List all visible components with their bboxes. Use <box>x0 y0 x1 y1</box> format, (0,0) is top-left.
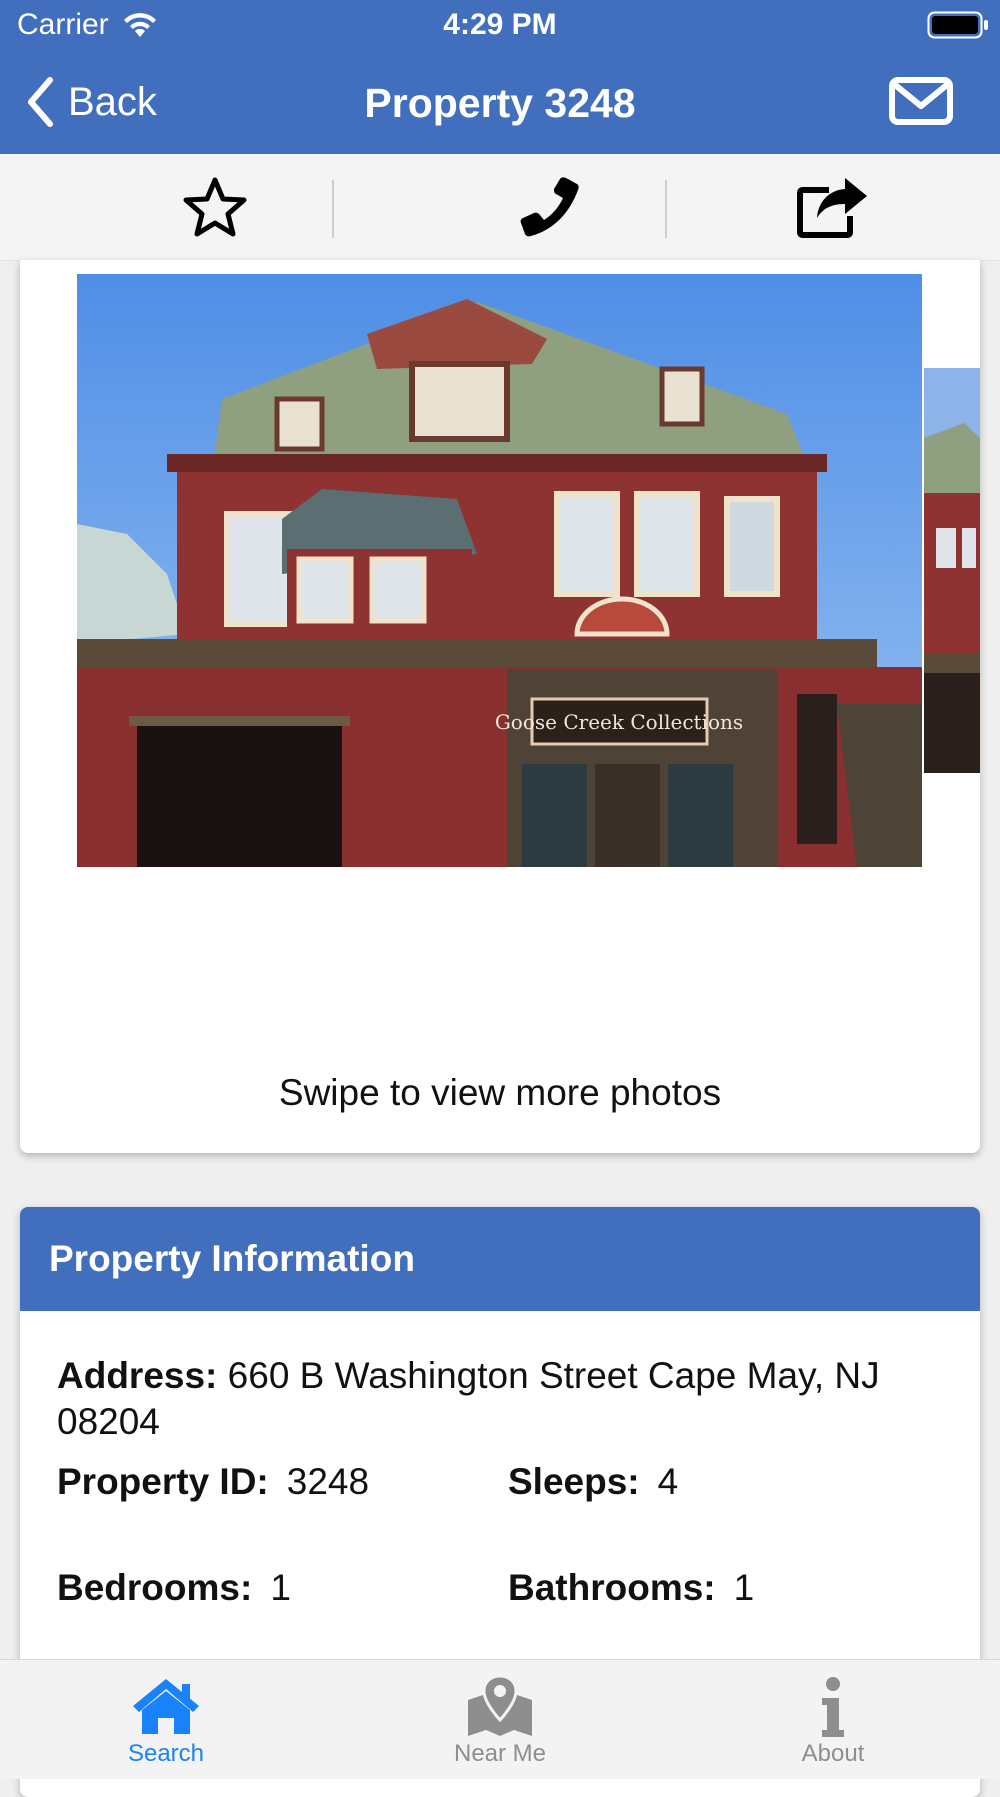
share-icon <box>796 178 867 238</box>
sleeps-value: 4 <box>657 1461 679 1502</box>
star-outline-icon <box>183 177 247 237</box>
bathrooms-value: 1 <box>733 1567 755 1608</box>
section-title: Property Information <box>20 1207 980 1311</box>
bedrooms-row: Bedrooms: 1 <box>57 1567 291 1609</box>
divider <box>665 180 667 238</box>
bathrooms-label: Bathrooms: <box>508 1567 716 1608</box>
home-icon <box>133 1679 199 1734</box>
next-photo-preview[interactable] <box>924 368 980 773</box>
page-title: Property 3248 <box>364 80 636 126</box>
sleeps-row: Sleeps: 4 <box>508 1461 678 1503</box>
call-button[interactable] <box>515 176 585 238</box>
address-label: Address: <box>57 1355 218 1396</box>
status-bar: Carrier 4:29 PM <box>0 0 1000 50</box>
bedrooms-label: Bedrooms: <box>57 1567 253 1608</box>
property-id-value: 3248 <box>286 1461 370 1502</box>
status-time: 4:29 PM <box>443 8 557 41</box>
property-photo[interactable]: Goose Creek Collections <box>77 274 922 867</box>
photo-sign-text: Goose Creek Collections <box>495 710 743 734</box>
sleeps-label: Sleeps: <box>508 1461 640 1502</box>
tab-near-me[interactable]: Near Me <box>400 1660 600 1779</box>
photo-gallery-card: Goose Creek Collections Swipe to view mo… <box>20 260 980 1153</box>
tab-search-label: Search <box>127 1740 205 1767</box>
bedrooms-value: 1 <box>270 1567 291 1608</box>
divider <box>332 180 334 238</box>
tab-about-label: About <box>801 1740 865 1767</box>
address-row: Address: 660 B Washington Street Cape Ma… <box>57 1353 937 1445</box>
phone-icon <box>520 177 579 237</box>
tab-search[interactable]: Search <box>66 1660 266 1779</box>
action-bar <box>0 154 1000 261</box>
property-id-row: Property ID: 3248 <box>57 1461 369 1503</box>
tab-about[interactable]: About <box>733 1660 933 1779</box>
share-button[interactable] <box>795 176 870 238</box>
bathrooms-row: Bathrooms: 1 <box>508 1567 754 1609</box>
map-pin-icon <box>468 1676 532 1736</box>
favorite-button[interactable] <box>180 176 250 238</box>
swipe-hint: Swipe to view more photos <box>278 1072 722 1113</box>
battery-full-icon <box>927 11 988 39</box>
info-icon <box>822 1677 844 1737</box>
property-id-label: Property ID: <box>57 1461 269 1502</box>
navigation-bar: Back Property 3248 <box>0 50 1000 154</box>
tab-near-me-label: Near Me <box>453 1740 547 1767</box>
envelope-icon[interactable] <box>888 76 954 126</box>
app-header: Carrier 4:29 PM Back Property 3248 <box>0 0 1000 154</box>
tab-bar: Search Near Me About <box>0 1659 1000 1779</box>
